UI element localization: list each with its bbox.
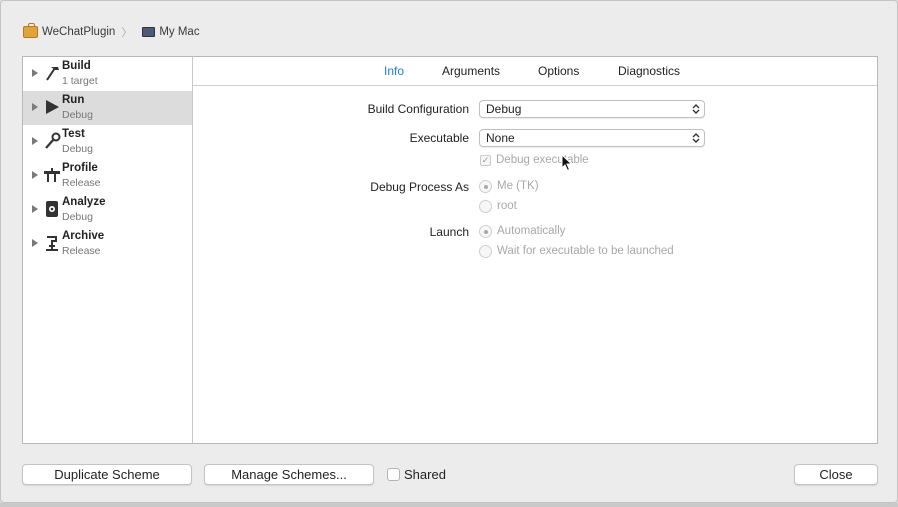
launch-wait-radio[interactable]	[479, 245, 492, 258]
tab-arguments[interactable]: Arguments	[442, 64, 500, 78]
sidebar-item-sublabel: Debug	[62, 143, 93, 155]
sidebar-item-label: Test	[62, 128, 85, 140]
instruments-icon	[44, 168, 60, 182]
process-me-radio[interactable]	[479, 180, 492, 193]
mouse-pointer-icon	[561, 154, 573, 172]
process-me-label: Me (TK)	[497, 180, 539, 192]
tab-options[interactable]: Options	[538, 64, 579, 78]
mac-icon	[142, 27, 156, 37]
process-root-label: root	[497, 200, 517, 212]
sidebar-item-label: Analyze	[62, 196, 106, 208]
process-root-radio[interactable]	[479, 200, 492, 213]
disclosure-triangle-icon[interactable]	[32, 69, 38, 77]
project-icon	[23, 23, 38, 38]
duplicate-scheme-button[interactable]: Duplicate Scheme	[22, 464, 192, 485]
sidebar-item-label: Build	[62, 60, 91, 72]
sidebar-item-label: Archive	[62, 230, 105, 242]
sidebar-item-test[interactable]: Test Debug	[23, 125, 192, 159]
sidebar-item-archive[interactable]: Archive Release	[23, 227, 192, 261]
build-configuration-label: Build Configuration	[367, 102, 469, 116]
debug-process-as-label: Debug Process As	[370, 180, 469, 194]
sidebar-item-label: Run	[62, 94, 85, 106]
launch-auto-radio[interactable]	[479, 225, 492, 238]
executable-value: None	[486, 131, 515, 145]
debug-executable-label: Debug executable	[496, 154, 589, 166]
breadcrumb: WeChatPlugin 〉 My Mac	[23, 23, 200, 41]
scheme-panel: Build 1 target Run Debug Test Debug Prof…	[22, 56, 878, 444]
sidebar-item-label: Profile	[62, 162, 98, 174]
shared-label: Shared	[404, 467, 446, 482]
disclosure-triangle-icon[interactable]	[32, 103, 38, 111]
breadcrumb-destination[interactable]: My Mac	[159, 26, 199, 38]
executable-popup[interactable]: None	[479, 129, 705, 147]
disclosure-triangle-icon[interactable]	[32, 171, 38, 179]
manage-schemes-button[interactable]: Manage Schemes...	[204, 464, 374, 485]
launch-label: Launch	[429, 225, 469, 239]
sidebar-item-run[interactable]: Run Debug	[23, 91, 192, 125]
launch-wait-label: Wait for executable to be launched	[497, 245, 674, 257]
build-configuration-value: Debug	[486, 102, 522, 116]
build-configuration-popup[interactable]: Debug	[479, 100, 705, 118]
tab-info[interactable]: Info	[384, 64, 404, 78]
executable-label: Executable	[409, 131, 469, 145]
updown-chevron-icon	[692, 104, 700, 114]
analyze-icon	[46, 201, 58, 217]
disclosure-triangle-icon[interactable]	[32, 205, 38, 213]
shared-checkbox[interactable]	[387, 468, 400, 481]
sidebar-item-sublabel: 1 target	[62, 75, 98, 87]
sidebar-item-analyze[interactable]: Analyze Debug	[23, 193, 192, 227]
scheme-editor-sheet: WeChatPlugin 〉 My Mac Build 1 target Run…	[0, 0, 898, 503]
sidebar-item-sublabel: Release	[62, 245, 101, 257]
launch-auto-label: Automatically	[497, 225, 566, 237]
play-icon	[46, 100, 59, 114]
wrench-icon	[45, 132, 61, 149]
chevron-right-icon: 〉	[121, 27, 133, 39]
disclosure-triangle-icon[interactable]	[32, 137, 38, 145]
sidebar-item-sublabel: Debug	[62, 211, 93, 223]
sidebar-item-profile[interactable]: Profile Release	[23, 159, 192, 193]
tab-diagnostics[interactable]: Diagnostics	[618, 64, 680, 78]
disclosure-triangle-icon[interactable]	[32, 239, 38, 247]
updown-chevron-icon	[692, 133, 700, 143]
breadcrumb-project[interactable]: WeChatPlugin	[42, 26, 115, 38]
debug-executable-checkbox[interactable]: ✓	[480, 155, 491, 166]
sidebar-item-sublabel: Debug	[62, 109, 93, 121]
tab-bar: Info Arguments Options Diagnostics	[193, 57, 877, 86]
underlying-window-edge	[0, 503, 898, 507]
sidebar-item-sublabel: Release	[62, 177, 101, 189]
sidebar-item-build[interactable]: Build 1 target	[23, 57, 192, 91]
close-button[interactable]: Close	[794, 464, 878, 485]
archive-icon	[46, 236, 58, 251]
scheme-actions-sidebar: Build 1 target Run Debug Test Debug Prof…	[23, 57, 193, 443]
hammer-icon	[46, 67, 59, 81]
